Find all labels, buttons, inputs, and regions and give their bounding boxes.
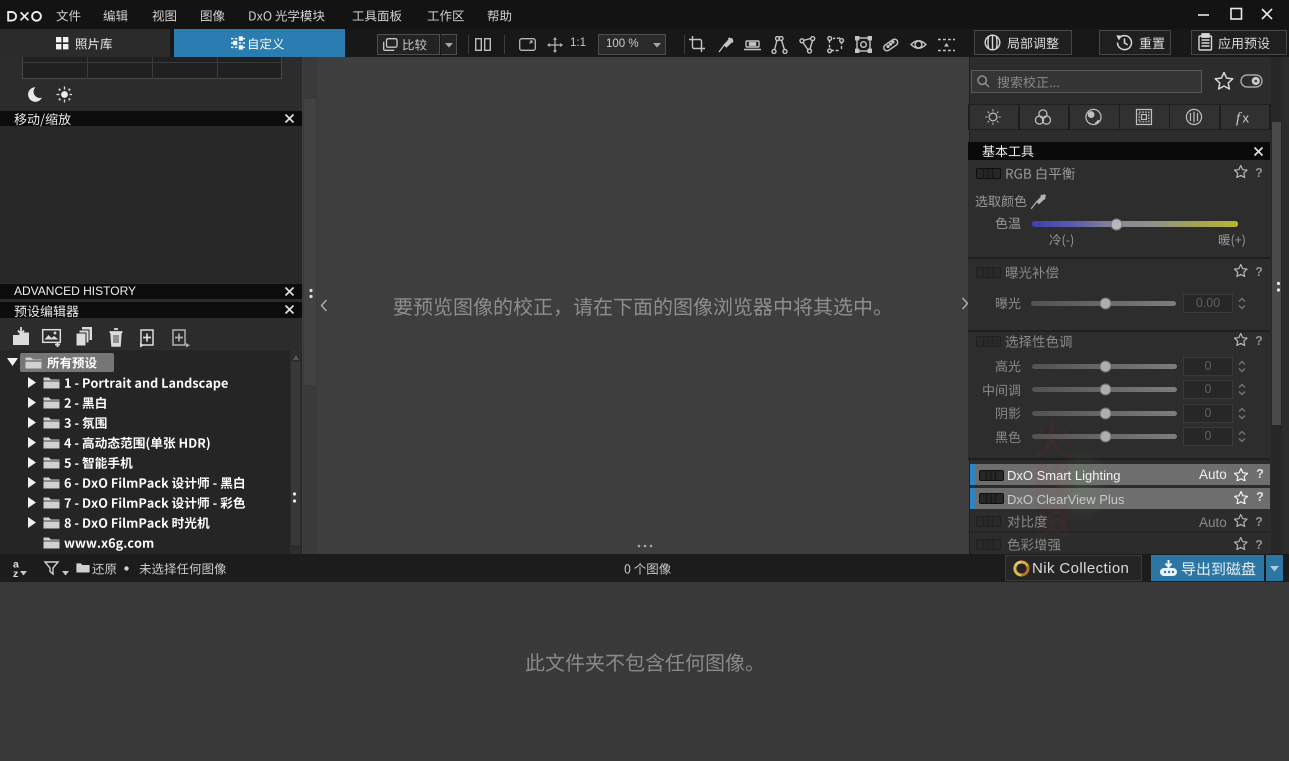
svg-text:x: x bbox=[1243, 111, 1250, 126]
svg-text:f: f bbox=[1236, 111, 1242, 127]
svg-text:z: z bbox=[13, 568, 18, 578]
